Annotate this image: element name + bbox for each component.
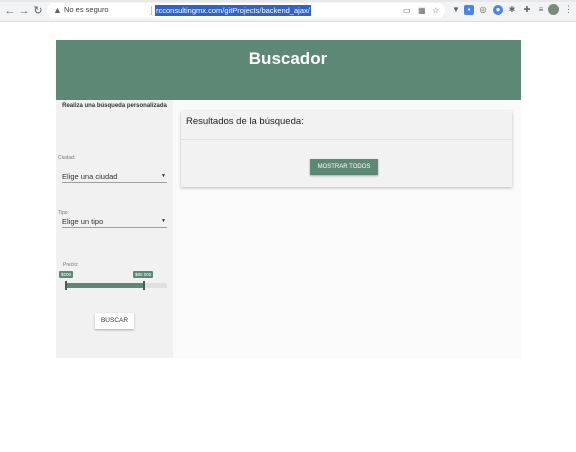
- price-min-tag: $200: [59, 271, 74, 278]
- extension-lens-icon[interactable]: ◎: [478, 5, 488, 15]
- reload-icon[interactable]: ↻: [32, 5, 44, 17]
- results-title: Resultados de la búsqueda:: [186, 116, 304, 127]
- search-button[interactable]: BUSCAR: [95, 313, 134, 329]
- city-select-value: Elige una ciudad: [62, 172, 118, 181]
- extension-blue-icon[interactable]: ▪: [464, 5, 474, 15]
- sidebar-heading: Realiza una búsqueda personalizada: [62, 103, 167, 109]
- omnibox-separator: [151, 6, 152, 15]
- chevron-down-icon: ▼: [161, 218, 166, 224]
- price-label: Precio:: [63, 262, 79, 268]
- chevron-down-icon: ▼: [161, 173, 166, 179]
- bookmark-star-icon[interactable]: ☆: [432, 6, 439, 15]
- city-select[interactable]: Elige una ciudad ▼: [62, 171, 167, 183]
- extensions-icon[interactable]: ✚: [522, 5, 532, 15]
- price-slider-range: [66, 283, 144, 288]
- tab-strip-edge: [0, 0, 576, 2]
- type-select[interactable]: Elige un tipo ▼: [62, 216, 167, 228]
- menu-kebab-icon[interactable]: ⋮: [564, 4, 573, 15]
- results-divider: [181, 139, 512, 140]
- extension-filter-icon[interactable]: ▼: [451, 5, 461, 15]
- address-bar[interactable]: ▲ No es seguro rcconsultingmx.com/gitPro…: [47, 3, 445, 18]
- page-title: Buscador: [248, 49, 328, 68]
- show-all-button[interactable]: MOSTRAR TODOS: [310, 159, 378, 175]
- cast-icon[interactable]: ▭: [403, 6, 411, 15]
- price-max-tag: $80 000: [133, 271, 154, 278]
- forward-icon[interactable]: →: [18, 5, 30, 17]
- profile-avatar[interactable]: [548, 4, 559, 15]
- qr-icon[interactable]: ▦: [418, 6, 426, 15]
- security-label: No es seguro: [64, 5, 109, 14]
- reading-list-icon[interactable]: ≡: [536, 5, 546, 15]
- browser-toolbar: ← → ↻ ▲ No es seguro rcconsultingmx.com/…: [0, 0, 576, 22]
- back-icon[interactable]: ←: [4, 5, 16, 17]
- price-min-handle[interactable]: [65, 281, 67, 290]
- extension-puzzle-icon[interactable]: ✱: [507, 5, 517, 15]
- url-text[interactable]: rcconsultingmx.com/gitProjects/backend_a…: [155, 5, 311, 16]
- extension-chat-icon[interactable]: ●: [493, 5, 503, 15]
- price-max-handle[interactable]: [143, 281, 145, 290]
- city-label: Ciudad:: [58, 155, 76, 161]
- type-select-value: Elige un tipo: [62, 217, 104, 226]
- warning-icon: ▲: [53, 5, 62, 15]
